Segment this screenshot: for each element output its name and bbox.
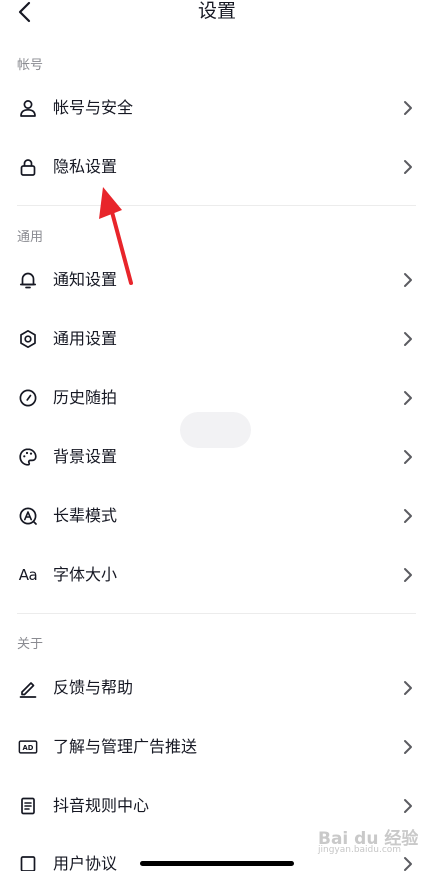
section-label-about: 关于 [17, 637, 44, 652]
chevron-right-icon [404, 740, 412, 754]
menu-item-feedback-help[interactable]: 反馈与帮助 [0, 662, 434, 714]
pen-icon [17, 677, 39, 699]
menu-item-label: 了解与管理广告推送 [53, 737, 198, 756]
section-divider [17, 613, 416, 614]
menu-item-label: 长辈模式 [53, 506, 118, 525]
chevron-right-icon [404, 450, 412, 464]
chevron-right-icon [404, 799, 412, 813]
menu-item-privacy-settings[interactable]: 隐私设置 [0, 141, 434, 193]
elder-mode-icon [17, 505, 39, 527]
menu-item-label: 通知设置 [53, 270, 118, 289]
menu-item-font-size[interactable]: Aa 字体大小 [0, 549, 434, 601]
chevron-right-icon [404, 509, 412, 523]
history-icon [17, 387, 39, 409]
chevron-right-icon [404, 681, 412, 695]
page-title: 设置 [197, 0, 236, 22]
header: 设置 [0, 0, 434, 30]
menu-item-label: 用户协议 [53, 854, 118, 871]
bell-icon [17, 269, 39, 291]
chevron-right-icon [404, 273, 412, 287]
menu-item-label: 历史随拍 [53, 388, 118, 407]
floating-pill [180, 412, 251, 448]
chevron-right-icon [404, 391, 412, 405]
section-label-general: 通用 [17, 230, 44, 245]
svg-text:AD: AD [23, 744, 34, 752]
menu-item-label: 隐私设置 [53, 157, 118, 176]
section-divider [17, 205, 416, 206]
chevron-right-icon [404, 568, 412, 582]
palette-icon [17, 446, 39, 468]
home-indicator [140, 861, 294, 866]
menu-item-general-settings[interactable]: 通用设置 [0, 313, 434, 365]
lock-icon [17, 156, 39, 178]
menu-item-label: 通用设置 [53, 329, 118, 348]
section-label-account: 帐号 [17, 58, 44, 73]
watermark-subtext: jingyan.baidu.com [318, 845, 402, 855]
menu-item-notification-settings[interactable]: 通知设置 [0, 254, 434, 306]
menu-item-elder-mode[interactable]: 长辈模式 [0, 490, 434, 542]
menu-item-label: 反馈与帮助 [53, 678, 134, 697]
font-size-icon: Aa [18, 566, 38, 584]
gear-icon [17, 328, 39, 350]
chevron-right-icon [404, 332, 412, 346]
menu-item-ad-management[interactable]: AD 了解与管理广告推送 [0, 721, 434, 773]
document-icon [17, 795, 39, 817]
menu-item-label: 抖音规则中心 [53, 796, 150, 815]
menu-item-account-security[interactable]: 帐号与安全 [0, 82, 434, 134]
menu-item-label: 字体大小 [53, 565, 118, 584]
user-icon [17, 97, 39, 119]
chevron-right-icon [404, 101, 412, 115]
menu-item-label: 背景设置 [53, 447, 118, 466]
chevron-right-icon [404, 160, 412, 174]
baidu-watermark-logo: Bai du 经验 [318, 828, 418, 849]
agreement-icon [17, 853, 39, 871]
ad-icon: AD [17, 736, 39, 758]
menu-item-label: 帐号与安全 [53, 98, 134, 117]
